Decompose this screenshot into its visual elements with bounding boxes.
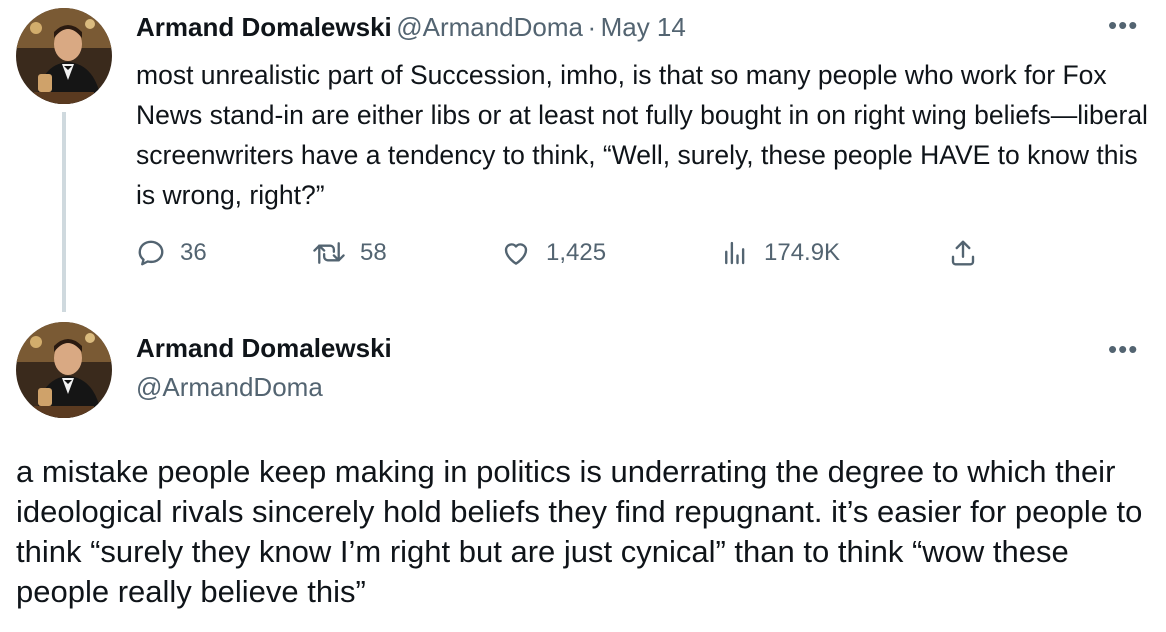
retweet-count: 58	[360, 239, 387, 266]
more-options-button[interactable]: •••	[1108, 10, 1138, 41]
retweet-button[interactable]: 58	[312, 238, 387, 268]
like-icon	[504, 243, 528, 265]
avatar[interactable]	[16, 322, 112, 418]
more-options-button[interactable]: •••	[1108, 334, 1138, 365]
like-button[interactable]: 1,425	[500, 238, 606, 268]
tweet-text: most unrealistic part of Succession, imh…	[136, 60, 1148, 210]
tweet-date[interactable]: May 14	[601, 12, 686, 42]
separator-dot: ·	[587, 12, 597, 42]
tweet-header: Armand Domalewski @ArmandDoma · May 14	[136, 12, 686, 43]
reply-icon	[138, 240, 164, 266]
tweet-actions: 36 58 1,425 174.9K	[136, 238, 996, 278]
avatar[interactable]	[16, 8, 112, 104]
reply-button[interactable]: 36	[136, 238, 207, 268]
thread-connector	[62, 112, 66, 312]
avatar-image	[16, 322, 112, 418]
share-button[interactable]	[948, 238, 978, 268]
views-icon	[725, 241, 745, 265]
views-count: 174.9K	[764, 239, 841, 266]
author-name[interactable]: Armand Domalewski	[136, 12, 392, 42]
tweet-text: a mistake people keep making in politics…	[16, 454, 1143, 609]
author-handle[interactable]: @ArmandDoma	[136, 372, 323, 403]
reply-count: 36	[180, 239, 207, 266]
views-button[interactable]: 174.9K	[720, 238, 840, 268]
share-icon	[951, 240, 975, 266]
author-handle[interactable]: @ArmandDoma	[396, 12, 583, 42]
author-name[interactable]: Armand Domalewski	[136, 333, 392, 364]
avatar-image	[16, 8, 112, 104]
retweet-icon	[313, 242, 345, 264]
like-count: 1,425	[546, 239, 607, 266]
